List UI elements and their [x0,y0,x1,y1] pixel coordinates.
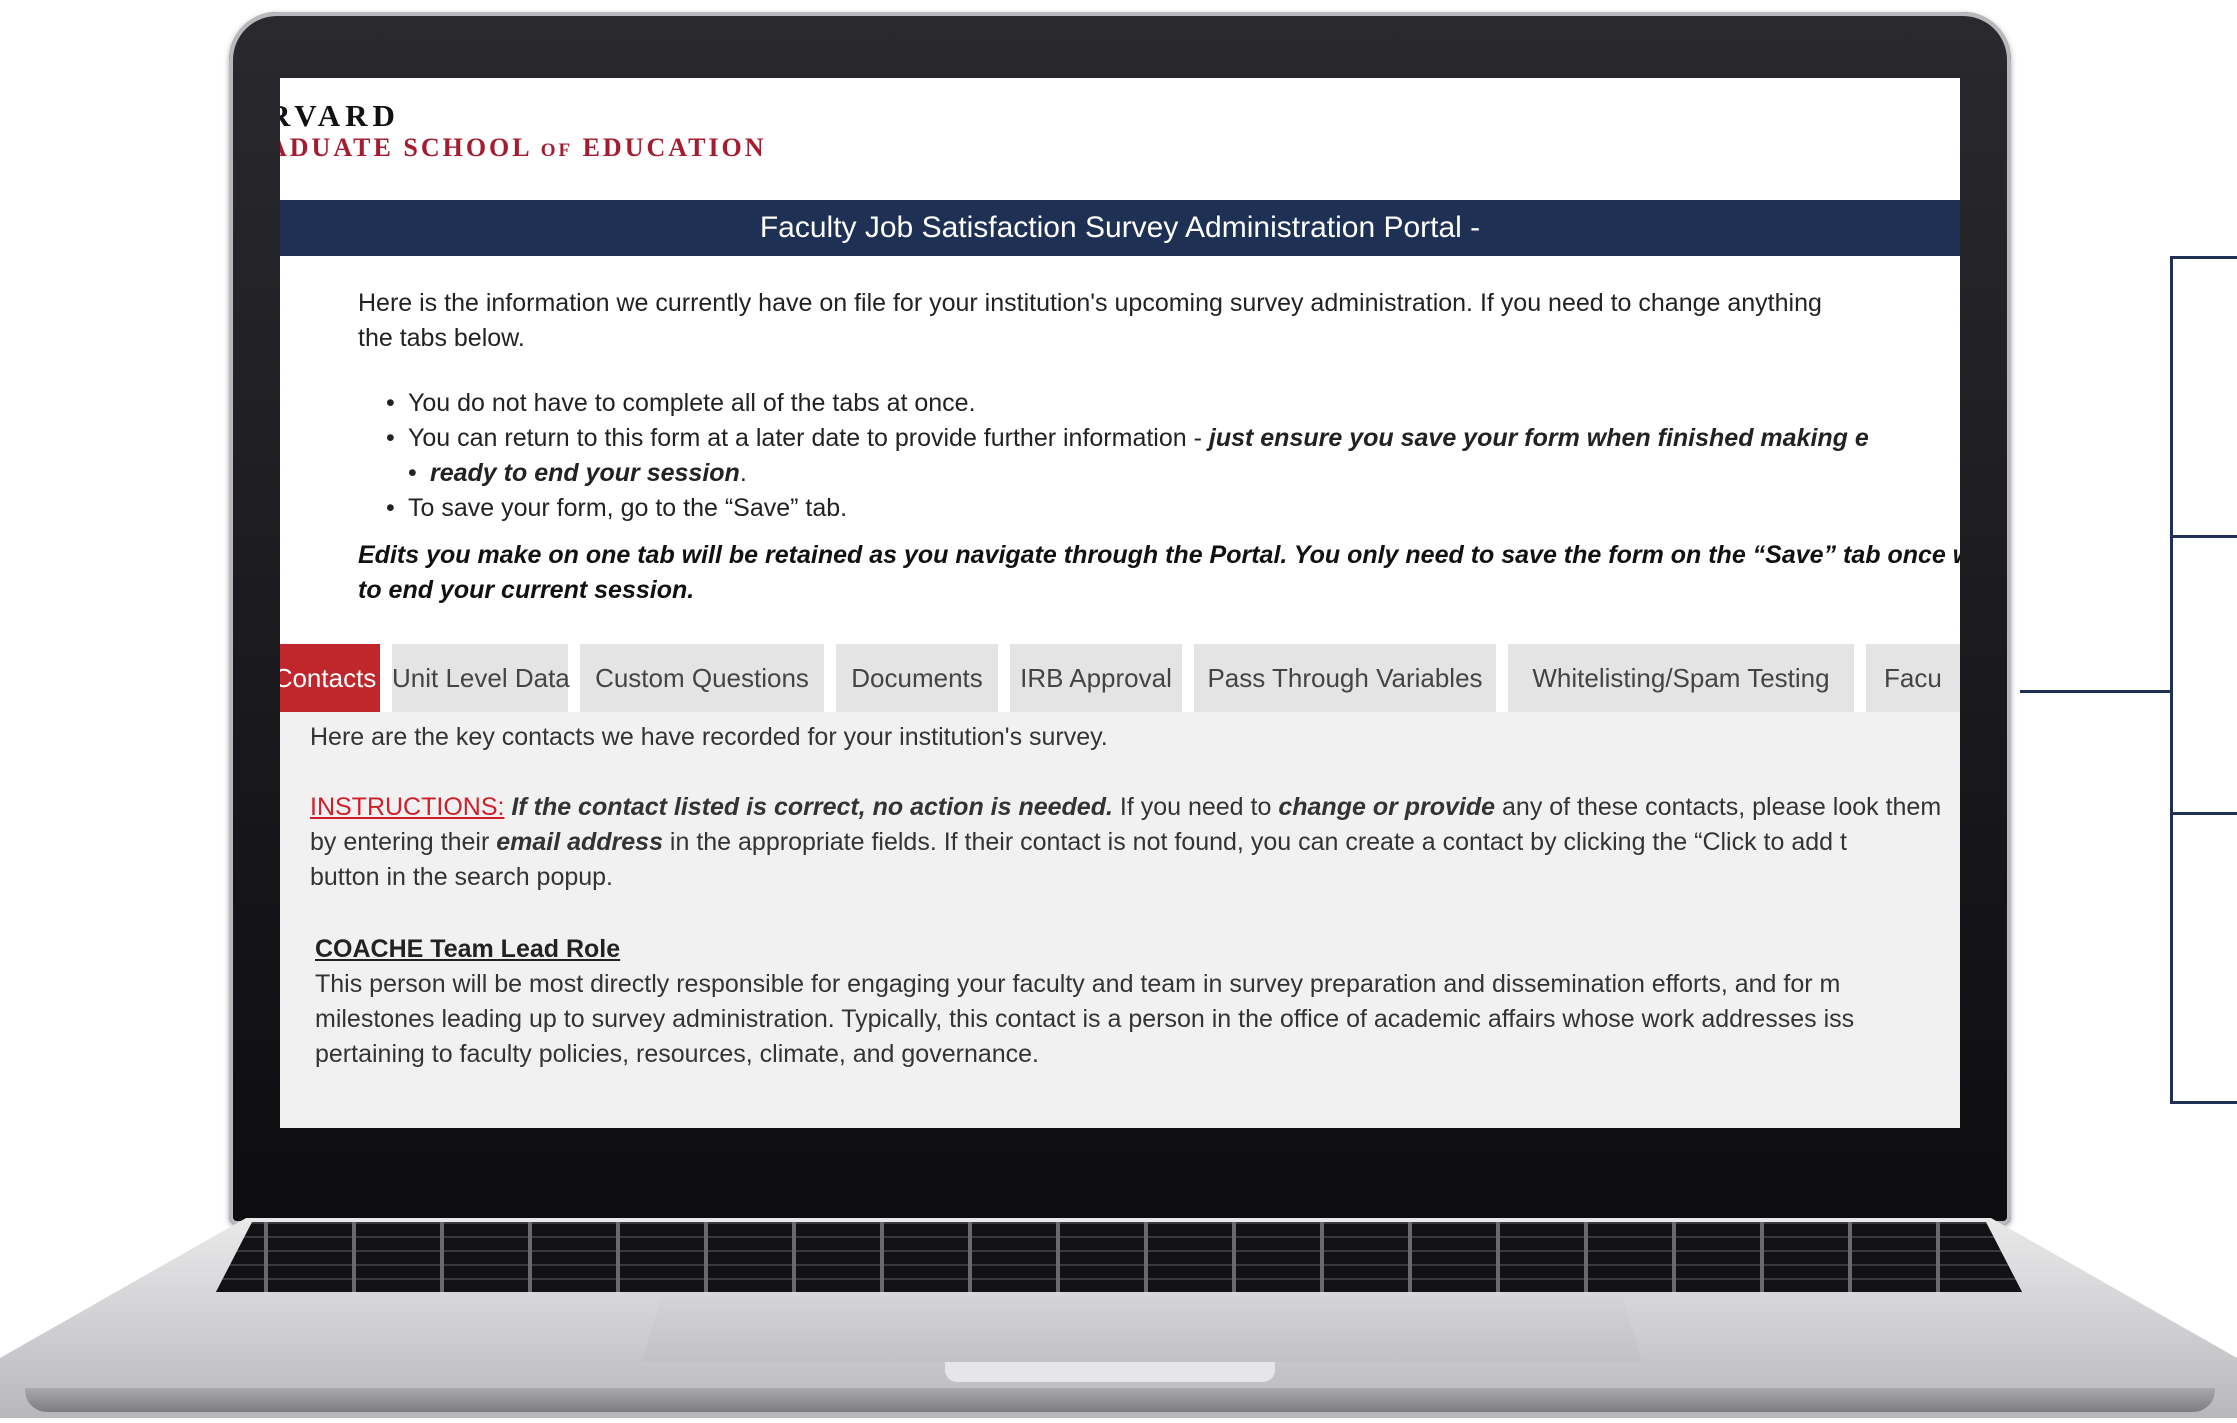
edits-line-1: Edits you make on one tab will be retain… [358,541,1960,569]
school-logo-line1: RVARD [280,98,400,133]
instructions-list: You do not have to complete all of the t… [386,386,1869,526]
diagram-connector-line [2020,690,2172,693]
diagram-box-middle [2170,532,2237,815]
intro-line-2: the tabs below. [358,324,525,352]
laptop-trackpad [642,1296,1642,1362]
tab-pass-through-variables[interactable]: Pass Through Variables [1194,644,1496,712]
laptop-notch [945,1362,1275,1382]
instructions-text: If you need to [1112,793,1279,821]
instructions-line-2: by entering their email address in the a… [310,825,1847,860]
bullet-item: To save your form, go to the “Save” tab. [386,491,1869,526]
team-lead-heading: COACHE Team Lead Role [315,935,621,963]
instructions-text: in the appropriate fields. If their cont… [662,828,1847,856]
contacts-intro: Here are the key contacts we have record… [310,723,1108,751]
edits-line-2: to end your current session. [358,576,695,604]
instructions-text: any of these contacts, please look them [1495,793,1942,821]
instructions-emphasis: If the contact listed is correct, no act… [504,793,1113,821]
instructions-line-1: INSTRUCTIONS: If the contact listed is c… [310,790,1941,825]
bullet-item: You can return to this form at a later d… [386,421,1869,456]
bullet-emphasis: ready to end your session [430,459,740,487]
tab-irb-approval[interactable]: IRB Approval [1010,644,1182,712]
bullet-text: You can return to this form at a later d… [408,424,1209,452]
bullet-item: You do not have to complete all of the t… [386,386,1869,421]
bullet-text: You do not have to complete all of the t… [408,389,976,417]
tab-documents[interactable]: Documents [836,644,998,712]
bullet-emphasis: just ensure you save your form when fini… [1208,424,1869,452]
tab-faculty-partial[interactable]: Facu [1866,644,1960,712]
diagram-box-bottom [2170,812,2237,1104]
bullet-text: . [739,459,747,487]
intro-line-1: Here is the information we currently hav… [358,289,1822,317]
logo-text-b: EDUCATION [573,133,767,162]
laptop-base-edge [25,1388,2215,1412]
logo-text-of: OF [540,140,574,161]
laptop-keyboard [216,1222,2022,1292]
tab-unit-level-data[interactable]: Unit Level Data [392,644,570,712]
bullet-continuation: ready to end your session. [386,456,1869,491]
tab-custom-questions[interactable]: Custom Questions [580,644,824,712]
intro-text: Here is the information we currently hav… [358,286,1960,356]
school-logo-line2: ADUATE SCHOOL OF EDUCATION [280,133,767,163]
tab-contacts[interactable]: Contacts [280,644,380,712]
logo-text-a: ADUATE SCHOOL [280,133,541,162]
team-lead-desc-3: pertaining to faculty policies, resource… [315,1040,1039,1068]
team-lead-desc-1: This person will be most directly respon… [315,970,1841,998]
instructions-label: INSTRUCTIONS: [310,793,505,821]
laptop-screen: RVARD ADUATE SCHOOL OF EDUCATION Faculty… [280,78,1960,1128]
instructions-line-3: button in the search popup. [310,863,614,891]
page-title: Faculty Job Satisfaction Survey Administ… [759,211,1481,244]
tab-bar: Contacts Unit Level Data Custom Question… [280,644,1960,712]
instructions-emphasis: change or provide [1278,793,1496,821]
diagram-box-top [2170,256,2237,538]
bullet-text: To save your form, go to the “Save” tab. [408,494,848,522]
instructions-emphasis: email address [496,828,663,856]
contacts-panel: Here are the key contacts we have record… [280,712,1960,1128]
instructions-text: by entering their [310,828,497,856]
edits-note: Edits you make on one tab will be retain… [358,538,1960,608]
tab-whitelisting-spam-testing[interactable]: Whitelisting/Spam Testing [1508,644,1854,712]
team-lead-desc-2: milestones leading up to survey administ… [315,1005,1855,1033]
page-title-bar: Faculty Job Satisfaction Survey Administ… [280,200,1960,256]
